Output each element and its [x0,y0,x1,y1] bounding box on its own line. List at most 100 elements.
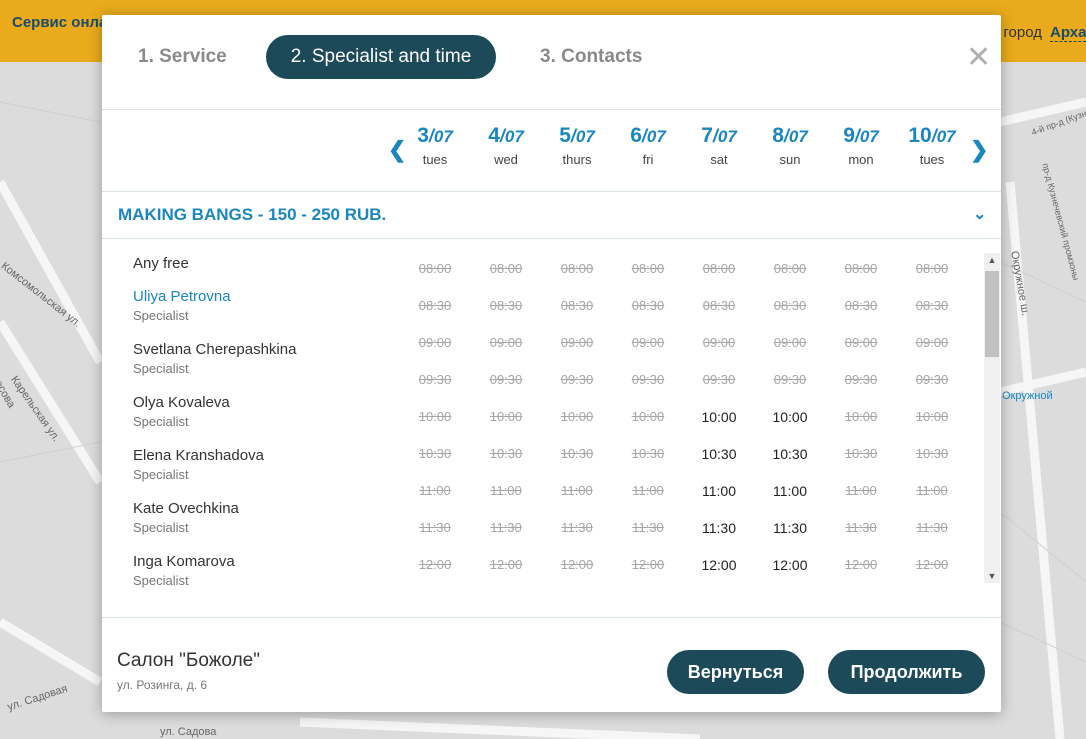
date-column[interactable]: 3/07 tues [400,124,470,167]
time-slot-unavailable: 08:30 [844,298,878,313]
time-slot-available[interactable]: 10:00 [689,409,749,425]
time-slot-unavailable: 08:00 [844,261,878,276]
time-slot-unavailable: 12:00 [844,557,878,572]
date-month: 07 [717,127,737,146]
specialist-role: Specialist [133,573,189,588]
time-slot-unavailable: 09:30 [418,372,452,387]
time-slot-unavailable: 09:00 [631,335,665,350]
specialist-item[interactable]: Olya Kovaleva Specialist [133,394,230,429]
specialist-role: Specialist [133,467,189,482]
time-slot-available[interactable]: 10:00 [760,409,820,425]
date-weekday: mon [848,152,874,167]
time-slot-unavailable: 11:30 [845,520,877,535]
time-slot-available[interactable]: 11:00 [689,483,749,499]
specialist-item[interactable]: Elena Kranshadova Specialist [133,447,264,482]
time-slot-available[interactable]: 10:30 [689,446,749,462]
time-slot-unavailable: 09:00 [560,335,594,350]
time-slot-unavailable: 11:30 [916,520,948,535]
time-slot-unavailable: 11:00 [561,483,593,498]
specialist-item[interactable]: Uliya Petrovna Specialist [133,288,231,323]
time-slot-unavailable: 11:30 [561,520,593,535]
date-month: 07 [504,127,524,146]
time-slot-unavailable: 08:30 [915,298,949,313]
scroll-down-arrow-icon[interactable]: ▼ [984,569,1000,583]
step-service[interactable]: 1. Service [138,35,227,79]
specialist-item[interactable]: Kate Ovechkina Specialist [133,500,239,535]
step-specialist-and-time[interactable]: 2. Specialist and time [266,35,496,79]
step-contacts[interactable]: 3. Contacts [540,35,642,79]
time-slot-available[interactable]: 11:30 [689,520,749,536]
next-dates-chevron-right-icon[interactable]: ❯ [970,139,988,161]
scroll-thumb[interactable] [985,271,999,357]
specialist-name: Any free [133,255,189,272]
date-month: 07 [646,127,666,146]
service-section-header[interactable]: MAKING BANGS - 150 - 250 RUB. ⌄ [102,192,1001,239]
time-slot-unavailable: 08:00 [702,261,736,276]
chevron-down-icon[interactable]: ⌄ [973,204,986,224]
time-slot-unavailable: 11:30 [632,520,664,535]
time-slot-unavailable: 11:00 [490,483,522,498]
date-column[interactable]: 9/07 mon [826,124,896,167]
specialist-item[interactable]: Any free [133,255,189,272]
date-column[interactable]: 10/07 tues [897,124,967,167]
time-slot-unavailable: 10:30 [560,446,594,461]
date-weekday: tues [422,152,448,167]
close-icon[interactable]: ✕ [966,43,991,73]
date-column[interactable]: 4/07 wed [471,124,541,167]
time-slot-unavailable: 08:30 [631,298,665,313]
time-slot-unavailable: 12:00 [631,557,665,572]
date-day: 9 [843,124,855,147]
date-day: 4 [488,124,500,147]
date-column[interactable]: 8/07 sun [755,124,825,167]
time-slot-unavailable: 10:00 [631,409,665,424]
date-month: 07 [575,127,595,146]
date-column[interactable]: 5/07 thurs [542,124,612,167]
time-slot-unavailable: 09:30 [915,372,949,387]
time-slot-available[interactable]: 12:00 [760,557,820,573]
date-weekday: wed [494,152,518,167]
specialist-name: Elena Kranshadova [133,447,264,464]
date-day: 8 [772,124,784,147]
time-slot-available[interactable]: 10:30 [760,446,820,462]
date-column[interactable]: 7/07 sat [684,124,754,167]
time-slot-unavailable: 09:00 [915,335,949,350]
time-slot-unavailable: 10:30 [844,446,878,461]
time-slot-available[interactable]: 11:30 [760,520,820,536]
time-slot-unavailable: 09:00 [489,335,523,350]
salon-address: ул. Розинга, д. 6 [117,678,208,692]
date-weekday: thurs [562,152,592,167]
time-slot-unavailable: 11:00 [916,483,948,498]
time-slot-unavailable: 11:00 [845,483,877,498]
specialist-role: Specialist [133,308,189,323]
time-slot-unavailable: 10:30 [631,446,665,461]
date-month: 07 [859,127,879,146]
time-slot-available[interactable]: 11:00 [760,483,820,499]
schedule-scrollbar[interactable]: ▲ ▼ [984,253,1000,583]
time-slot-unavailable: 09:00 [418,335,452,350]
time-slot-unavailable: 12:00 [418,557,452,572]
time-slot-unavailable: 08:30 [773,298,807,313]
date-weekday: fri [642,152,654,167]
continue-button[interactable]: Продолжить [828,650,985,694]
specialist-item[interactable]: Inga Komarova Specialist [133,553,235,588]
map-label: ул. Садова [160,726,217,738]
time-slot-unavailable: 09:30 [489,372,523,387]
time-slot-unavailable: 08:00 [773,261,807,276]
salon-name: Салон "Божоле" [117,650,260,671]
date-day: 3 [417,124,429,147]
time-slot-unavailable: 09:30 [560,372,594,387]
back-button[interactable]: Вернуться [667,650,804,694]
background-city-label: город [1003,24,1042,41]
specialist-item[interactable]: Svetlana Cherepashkina Specialist [133,341,296,376]
time-slot-unavailable: 09:30 [844,372,878,387]
scroll-up-arrow-icon[interactable]: ▲ [984,253,1000,267]
service-title: MAKING BANGS - 150 - 250 RUB. [118,205,387,224]
date-column[interactable]: 6/07 fri [613,124,683,167]
specialist-role: Specialist [133,414,189,429]
specialist-role: Specialist [133,361,189,376]
time-slot-unavailable: 10:00 [560,409,594,424]
date-day: 10 [908,124,932,147]
time-slot-unavailable: 11:00 [419,483,451,498]
background-city-link[interactable]: Арха [1050,24,1086,42]
time-slot-available[interactable]: 12:00 [689,557,749,573]
